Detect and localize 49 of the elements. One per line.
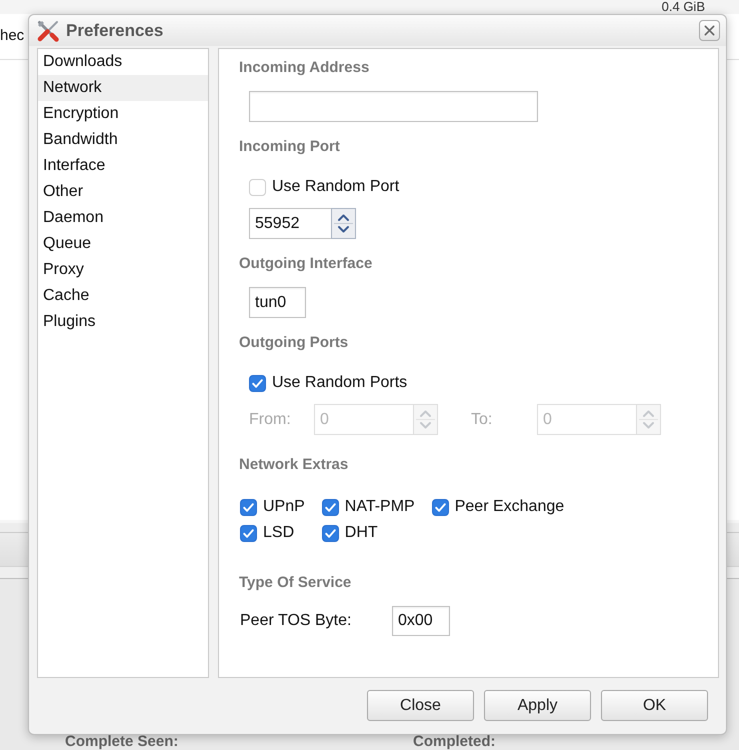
category-item[interactable]: Daemon [38, 205, 208, 231]
category-item[interactable]: Other [38, 179, 208, 205]
dialog-button[interactable]: Close [367, 690, 474, 721]
section-heading: Network Extras [239, 456, 348, 474]
checkbox-label[interactable]: Peer Exchange [454, 498, 564, 516]
category-item[interactable]: Interface [38, 153, 208, 179]
category-item[interactable]: Downloads [38, 49, 208, 75]
checkbox-label[interactable]: Use Random Port [272, 178, 400, 196]
dialog-button[interactable]: Apply [484, 690, 591, 721]
dialog-button[interactable]: OK [601, 690, 708, 721]
text-field[interactable]: 0x00 [392, 606, 450, 636]
section-heading: Type Of Service [239, 574, 352, 592]
checkbox-label[interactable]: DHT [344, 524, 378, 542]
checkbox[interactable] [240, 524, 257, 542]
category-item[interactable]: Encryption [38, 101, 208, 127]
category-item[interactable]: Plugins [38, 309, 208, 335]
category-item[interactable]: Network [38, 75, 208, 101]
checkbox-label[interactable]: UPnP [263, 498, 305, 516]
checkbox[interactable] [322, 498, 339, 516]
checkbox[interactable] [322, 524, 339, 542]
checkbox-label[interactable]: Use Random Ports [272, 374, 408, 392]
section-heading: Incoming Port [239, 138, 340, 156]
detail-label: Complete Seen: [65, 733, 180, 750]
section-heading: Outgoing Interface [239, 255, 372, 273]
detail-label: Completed: [413, 733, 496, 750]
close-button[interactable] [699, 20, 720, 41]
checkbox[interactable] [240, 498, 257, 516]
section-heading: Outgoing Ports [239, 334, 348, 352]
checkbox[interactable] [432, 498, 449, 516]
stepper-arrows-icon[interactable] [331, 208, 356, 239]
category-item[interactable]: Proxy [38, 257, 208, 283]
to-label: To: [471, 410, 494, 428]
close-icon [704, 25, 715, 36]
address-field[interactable] [249, 91, 538, 122]
checkbox-label[interactable]: LSD [263, 524, 294, 542]
text-field[interactable]: tun0 [249, 287, 306, 318]
size-text: 0.4 GiB [662, 0, 705, 14]
dialog-title: Preferences [66, 20, 164, 40]
checkbox-label[interactable]: NAT-PMP [344, 498, 415, 516]
category-item[interactable]: Queue [38, 231, 208, 257]
wrench-screwdriver-icon [36, 18, 60, 42]
category-item[interactable]: Bandwidth [38, 127, 208, 153]
section-heading: Incoming Address [239, 59, 370, 77]
field-label: Peer TOS Byte: [240, 612, 352, 630]
category-item[interactable]: Cache [38, 283, 208, 309]
number-field[interactable]: 55952 [249, 208, 331, 239]
checkbox[interactable] [249, 374, 266, 392]
toolbar-text: hec [0, 27, 24, 44]
from-label: From: [249, 410, 292, 428]
